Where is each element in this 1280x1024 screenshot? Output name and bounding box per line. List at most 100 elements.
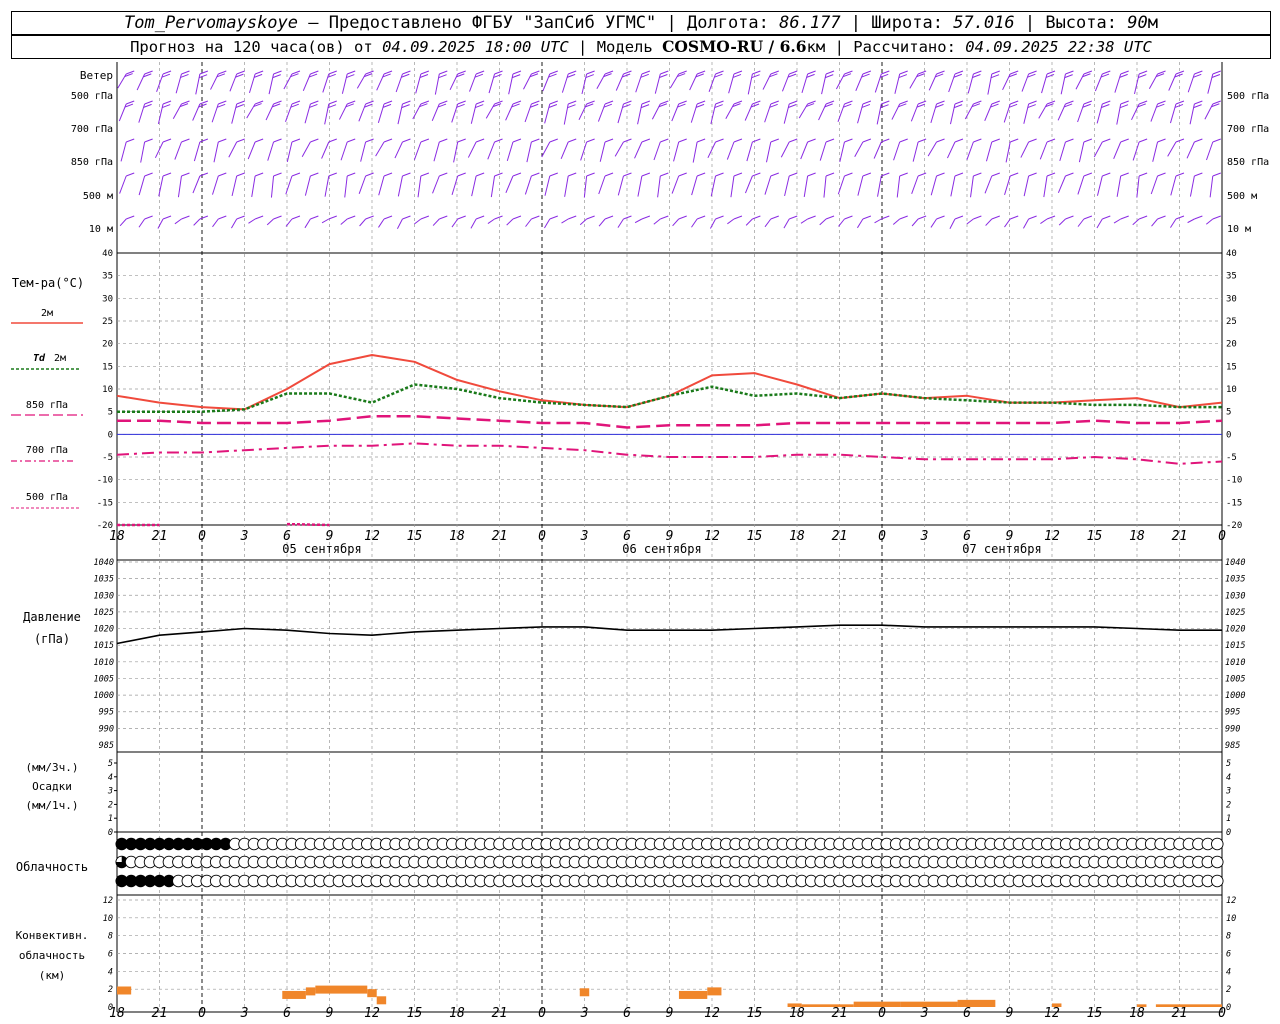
wind-barb [469, 70, 485, 92]
wind-barb-feather [457, 138, 466, 143]
wind-barb-feather [1175, 100, 1185, 105]
wind-barb-feather [531, 70, 540, 75]
wind-barb-feather [347, 70, 356, 75]
press-ytick-left: 1025 [94, 608, 114, 618]
wind-barb-feather [531, 100, 540, 105]
wind-barb [1151, 215, 1166, 227]
wind-barb-feather [420, 100, 430, 105]
x-tick-label: 18 [1129, 1006, 1145, 1021]
wind-barb-shaft [1152, 141, 1159, 162]
x-tick-label: 3 [240, 1006, 249, 1021]
wind-barb [414, 215, 430, 225]
wind-barb-feather [291, 172, 301, 177]
wind-barb [138, 215, 153, 228]
wind-barb-shaft [417, 175, 422, 198]
temp-ytick-left: 20 [102, 340, 113, 350]
wind-barb [780, 138, 798, 158]
wind-barb [819, 215, 835, 226]
wind-barb [341, 70, 356, 94]
wind-barb [819, 138, 835, 161]
conv-bar [678, 990, 708, 999]
wind-barb-feather [1138, 74, 1147, 79]
wind-barb [192, 100, 209, 121]
wind-barb [947, 138, 964, 159]
wind-barb-shaft [1004, 175, 1011, 196]
x-tick-label: 12 [1044, 529, 1060, 544]
wind-barb-shaft [598, 218, 606, 227]
wind-barb-feather [844, 215, 853, 220]
wind-barb-shaft [414, 218, 422, 225]
wind-barb [930, 215, 945, 228]
wind-barb-shaft [673, 141, 680, 162]
conv-ytick-right: 6 [1226, 950, 1231, 960]
wind-barb-shaft [657, 175, 661, 198]
wind-barb-shaft [707, 141, 716, 159]
wind-barb [248, 70, 264, 94]
wind-barb-shaft [451, 175, 459, 196]
wind-barb-feather [678, 138, 687, 143]
wind-barb [270, 172, 282, 198]
wind-barb [229, 70, 245, 92]
wind-barb [230, 215, 245, 229]
wind-barb [1167, 138, 1185, 157]
wind-barb [597, 100, 614, 122]
wind-barb-feather [789, 172, 798, 177]
wind-barb [136, 70, 153, 91]
wind-barb-feather [862, 100, 872, 105]
press-ytick-left: 995 [99, 708, 114, 718]
wind-barb [891, 100, 908, 120]
wind-barb-feather [1120, 138, 1129, 143]
cloudiness-panel [115, 837, 1224, 888]
wind-barb [453, 138, 466, 163]
temp-ytick-right: 15 [1226, 362, 1237, 372]
wind-barb-feather [420, 138, 430, 143]
wind-barb-feather [1102, 70, 1111, 75]
x-tick-label: 9 [1006, 1006, 1014, 1021]
wind-barb-feather [936, 70, 945, 75]
temp-ytick-right: 30 [1226, 294, 1237, 304]
wind-barb-feather [199, 138, 209, 143]
wind-barb [231, 172, 245, 197]
wind-barb-feather [457, 100, 466, 105]
x-tick-label: 6 [963, 1006, 971, 1021]
wind-barb-feather [1194, 100, 1203, 105]
wind-barb-feather [807, 138, 816, 143]
wind-barb [617, 215, 632, 228]
wind-barb [1206, 138, 1221, 161]
press-ytick-right: 1020 [1225, 625, 1245, 635]
wind-barb-feather [991, 172, 1000, 177]
wind-barb [561, 70, 577, 93]
wind-barb [378, 172, 393, 196]
wind-barb-feather [1175, 70, 1185, 75]
wind-barb-shaft [268, 73, 275, 95]
wind-barb [930, 100, 945, 124]
wind-barb [745, 215, 761, 226]
wind-barb-feather [181, 138, 190, 143]
wind-barb-feather [660, 138, 669, 143]
wind-barb [984, 172, 1000, 194]
wind-barb [1039, 138, 1056, 160]
wind-barb-feather [494, 70, 503, 75]
wind-barb [857, 100, 872, 124]
wind-barb [1023, 172, 1037, 197]
wind-barb-feather [917, 138, 927, 143]
conv-ytick-right: 0 [1226, 1003, 1231, 1013]
wind-barb-feather [273, 138, 282, 143]
wind-barb-shaft [231, 175, 238, 197]
wind-barb-feather [751, 74, 760, 79]
wind-barb-feather [991, 215, 1000, 220]
wind-barb-shaft [912, 141, 919, 162]
wind-barb-feather [1083, 100, 1093, 105]
wind-barb-shaft [487, 141, 496, 160]
press-ytick-left: 1040 [94, 558, 114, 568]
wind-barb [930, 172, 945, 196]
press-ytick-right: 1030 [1225, 591, 1245, 601]
wind-barb [266, 215, 282, 226]
wind-barb-shaft [745, 218, 753, 226]
wind-barb-shaft [324, 103, 330, 125]
wind-barb-feather [678, 172, 687, 177]
wind-barb [987, 70, 1000, 95]
press-ytick-left: 1000 [94, 691, 114, 701]
wind-barb [267, 138, 282, 161]
wind-barb-feather [402, 100, 411, 105]
